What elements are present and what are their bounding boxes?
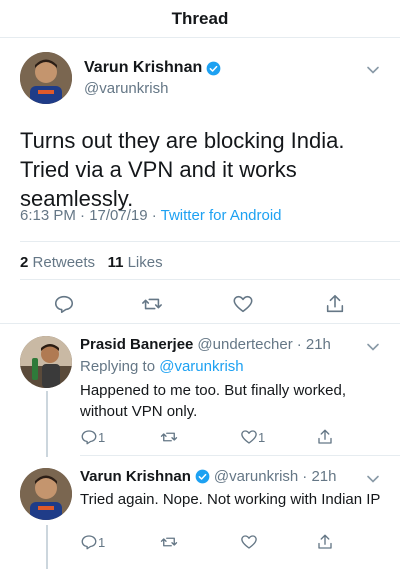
reply-button[interactable]: 1 — [80, 428, 105, 446]
author-handle[interactable]: @undertecher — [197, 336, 292, 353]
share-button[interactable] — [316, 533, 334, 551]
author-handle[interactable]: @varunkrish — [214, 468, 298, 485]
reply-button[interactable]: 1 — [80, 533, 105, 551]
chevron-down-icon[interactable] — [366, 472, 380, 486]
tweet-timestamp[interactable]: 6:13 PM · 17/07/19 · — [20, 207, 161, 224]
divider — [20, 241, 400, 242]
avatar[interactable] — [20, 52, 72, 104]
author-name[interactable]: Prasid Banerjee — [80, 336, 193, 353]
avatar[interactable] — [20, 468, 72, 520]
retweets-stat[interactable]: 2 Retweets — [20, 254, 95, 271]
like-icon — [241, 430, 257, 444]
like-button[interactable] — [240, 533, 258, 551]
reply-icon[interactable] — [53, 293, 75, 315]
like-button[interactable]: 1 — [240, 428, 265, 446]
replying-to-label: Replying to — [80, 358, 156, 375]
divider — [20, 279, 400, 280]
reply-header: Varun Krishnan @varunkrish · 21h — [80, 468, 336, 485]
reply-tweet: Varun Krishnan @varunkrish · 21h Tried a… — [0, 456, 400, 569]
retweets-count: 2 — [20, 254, 29, 271]
replying-to-handle[interactable]: @varunkrish — [159, 358, 243, 375]
likes-label: Likes — [127, 254, 163, 271]
tweet-stats: 2 Retweets 11 Likes — [20, 254, 163, 271]
verified-icon — [195, 469, 210, 484]
reply-actions: 1 — [80, 533, 380, 553]
share-icon[interactable] — [324, 293, 346, 315]
likes-count: 11 — [107, 254, 124, 271]
page-title: Thread — [171, 9, 229, 28]
chevron-down-icon[interactable] — [366, 63, 380, 77]
header: Thread — [0, 0, 400, 38]
retweet-button[interactable] — [160, 428, 178, 446]
reply-text: Tried again. Nope. Not working with Indi… — [80, 491, 381, 508]
tweet-actions — [0, 293, 400, 323]
author-name-text: Varun Krishnan — [84, 59, 203, 76]
main-tweet: Varun Krishnan @varunkrish Turns out the… — [0, 38, 400, 323]
share-icon — [318, 534, 332, 549]
author-handle[interactable]: @varunkrish — [84, 80, 168, 97]
reply-icon — [81, 535, 97, 550]
tweet-text: Turns out they are blocking India. Tried… — [20, 128, 345, 211]
retweets-label: Retweets — [32, 254, 96, 271]
share-icon — [318, 429, 332, 444]
retweet-button[interactable] — [160, 533, 178, 551]
retweet-icon — [160, 537, 178, 547]
avatar[interactable] — [20, 336, 72, 388]
like-icon[interactable] — [232, 293, 254, 315]
like-count: 1 — [258, 429, 266, 445]
chevron-down-icon[interactable] — [366, 340, 380, 354]
reply-icon — [81, 430, 97, 445]
retweet-icon — [160, 432, 178, 442]
tweet-meta: 6:13 PM · 17/07/19 · Twitter for Android — [20, 207, 282, 224]
reply-text: Happened to me too. But finally worked, … — [80, 382, 346, 420]
author-name[interactable]: Varun Krishnan — [84, 59, 221, 77]
reply-header: Prasid Banerjee @undertecher · 21h — [80, 336, 331, 353]
tweet-time[interactable]: · 21h — [302, 468, 336, 485]
like-icon — [241, 535, 257, 549]
author-name[interactable]: Varun Krishnan — [80, 468, 191, 485]
tweet-source-link[interactable]: Twitter for Android — [161, 207, 282, 224]
replying-to: Replying to @varunkrish — [80, 358, 244, 375]
reply-actions: 1 1 — [80, 428, 380, 448]
reply-tweet: Prasid Banerjee @undertecher · 21h Reply… — [0, 324, 400, 454]
tweet-time[interactable]: · 21h — [297, 336, 331, 353]
verified-icon — [206, 61, 221, 75]
reply-count: 1 — [98, 534, 106, 550]
likes-stat[interactable]: 11 Likes — [108, 254, 163, 271]
retweet-icon[interactable] — [141, 293, 163, 315]
share-button[interactable] — [316, 428, 334, 446]
reply-count: 1 — [98, 429, 106, 445]
